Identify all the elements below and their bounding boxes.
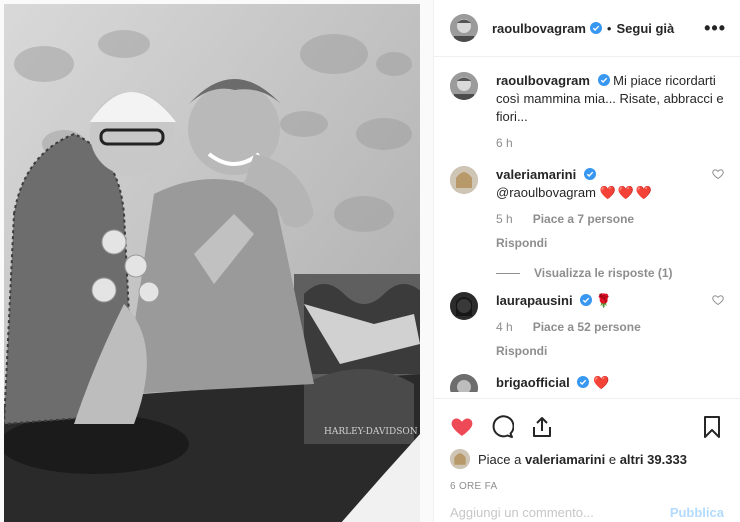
comment-meta: 5 h Piace a 7 persone (496, 210, 724, 228)
comment-meta: 4 h Piace a 52 persone (496, 318, 724, 336)
replies-line (496, 272, 520, 274)
verified-icon (597, 74, 610, 86)
post-header: raoulbovagram • Segui già ••• (434, 0, 740, 57)
comment-likes[interactable]: Piace a 52 persone (533, 318, 641, 336)
comment-mention[interactable]: @raoulbovagram (496, 185, 596, 200)
share-icon[interactable] (530, 415, 554, 439)
caption-time[interactable]: 6 h (496, 134, 513, 152)
photo-illustration: HARLEY-DAVIDSON (4, 4, 420, 522)
action-icons (450, 407, 724, 447)
separator-dot: • (606, 20, 612, 36)
comments-list: raoulbovagram Mi piace ricordarti così m… (450, 72, 724, 392)
comment: valeriamarini @raoulbovagram ❤️❤️❤️ 5 h … (450, 166, 724, 252)
comment-time[interactable]: 5 h (496, 210, 513, 228)
avatar[interactable] (450, 166, 478, 194)
bookmark-icon[interactable] (700, 415, 724, 439)
verified-icon (577, 376, 590, 388)
comment-body: laurapausini 🌹 4 h Piace a 52 persone Ri… (496, 292, 724, 360)
like-heart-icon[interactable] (450, 415, 474, 439)
comment-emoji: ❤️ (592, 375, 612, 390)
comment-emoji: 🌹 (595, 293, 613, 308)
comment: brigaofficial ❤️ (450, 374, 724, 392)
bike-logo-text: HARLEY-DAVIDSON (324, 427, 418, 437)
caption-meta: 6 h (496, 134, 724, 152)
reply-button[interactable]: Rispondi (496, 342, 724, 360)
verified-icon (580, 294, 593, 306)
post-time[interactable]: 6 ORE FA (450, 481, 724, 492)
follow-status-button[interactable]: Segui già (616, 21, 674, 36)
comment-like-icon[interactable] (712, 168, 724, 180)
publish-button[interactable]: Pubblica (670, 505, 724, 520)
avatar[interactable] (450, 449, 470, 469)
verified-icon (589, 22, 602, 34)
comment-like-icon[interactable] (712, 294, 724, 306)
comment-icon[interactable] (490, 415, 514, 439)
caption-body: raoulbovagram Mi piace ricordarti così m… (496, 72, 724, 152)
post-actions: Piace a valeriamarini e altri 39.333 6 O… (434, 398, 740, 492)
comment: laurapausini 🌹 4 h Piace a 52 persone Ri… (450, 292, 724, 360)
post-photo-area: HARLEY-DAVIDSON (0, 0, 433, 522)
view-replies-label: Visualizza le risposte (1) (534, 266, 673, 280)
comment-body: valeriamarini @raoulbovagram ❤️❤️❤️ 5 h … (496, 166, 724, 252)
comment-username[interactable]: laurapausini (496, 293, 573, 308)
likes-prefix: Piace a (478, 451, 522, 467)
comment-username[interactable]: brigaofficial (496, 375, 570, 390)
comment-body: brigaofficial ❤️ (496, 374, 724, 392)
likes-summary: Piace a valeriamarini e altri 39.333 (450, 449, 724, 469)
caption: raoulbovagram Mi piace ricordarti così m… (450, 72, 724, 152)
add-comment-bar: Aggiungi un commento... Pubblica (450, 505, 724, 520)
comment-time[interactable]: 4 h (496, 318, 513, 336)
comment-emoji: ❤️❤️❤️ (599, 185, 655, 200)
verified-icon (583, 168, 596, 180)
post-side-panel: raoulbovagram • Segui già ••• raoulbovag… (433, 0, 740, 522)
header-username[interactable]: raoulbovagram (492, 21, 586, 36)
likes-user[interactable]: valeriamarini (525, 452, 605, 467)
avatar[interactable] (450, 72, 478, 100)
likes-conj: e (608, 451, 617, 467)
comment-input[interactable]: Aggiungi un commento... (450, 505, 594, 520)
caption-username[interactable]: raoulbovagram (496, 73, 590, 88)
more-options-icon[interactable]: ••• (704, 18, 726, 39)
likes-count[interactable]: altri 39.333 (620, 452, 687, 467)
reply-button[interactable]: Rispondi (496, 234, 724, 252)
avatar[interactable] (450, 374, 478, 392)
comment-username[interactable]: valeriamarini (496, 167, 576, 182)
comment-likes[interactable]: Piace a 7 persone (533, 210, 634, 228)
avatar[interactable] (450, 14, 478, 42)
post-photo[interactable]: HARLEY-DAVIDSON (4, 4, 420, 522)
view-replies-button[interactable]: Visualizza le risposte (1) (496, 266, 724, 280)
avatar[interactable] (450, 292, 478, 320)
